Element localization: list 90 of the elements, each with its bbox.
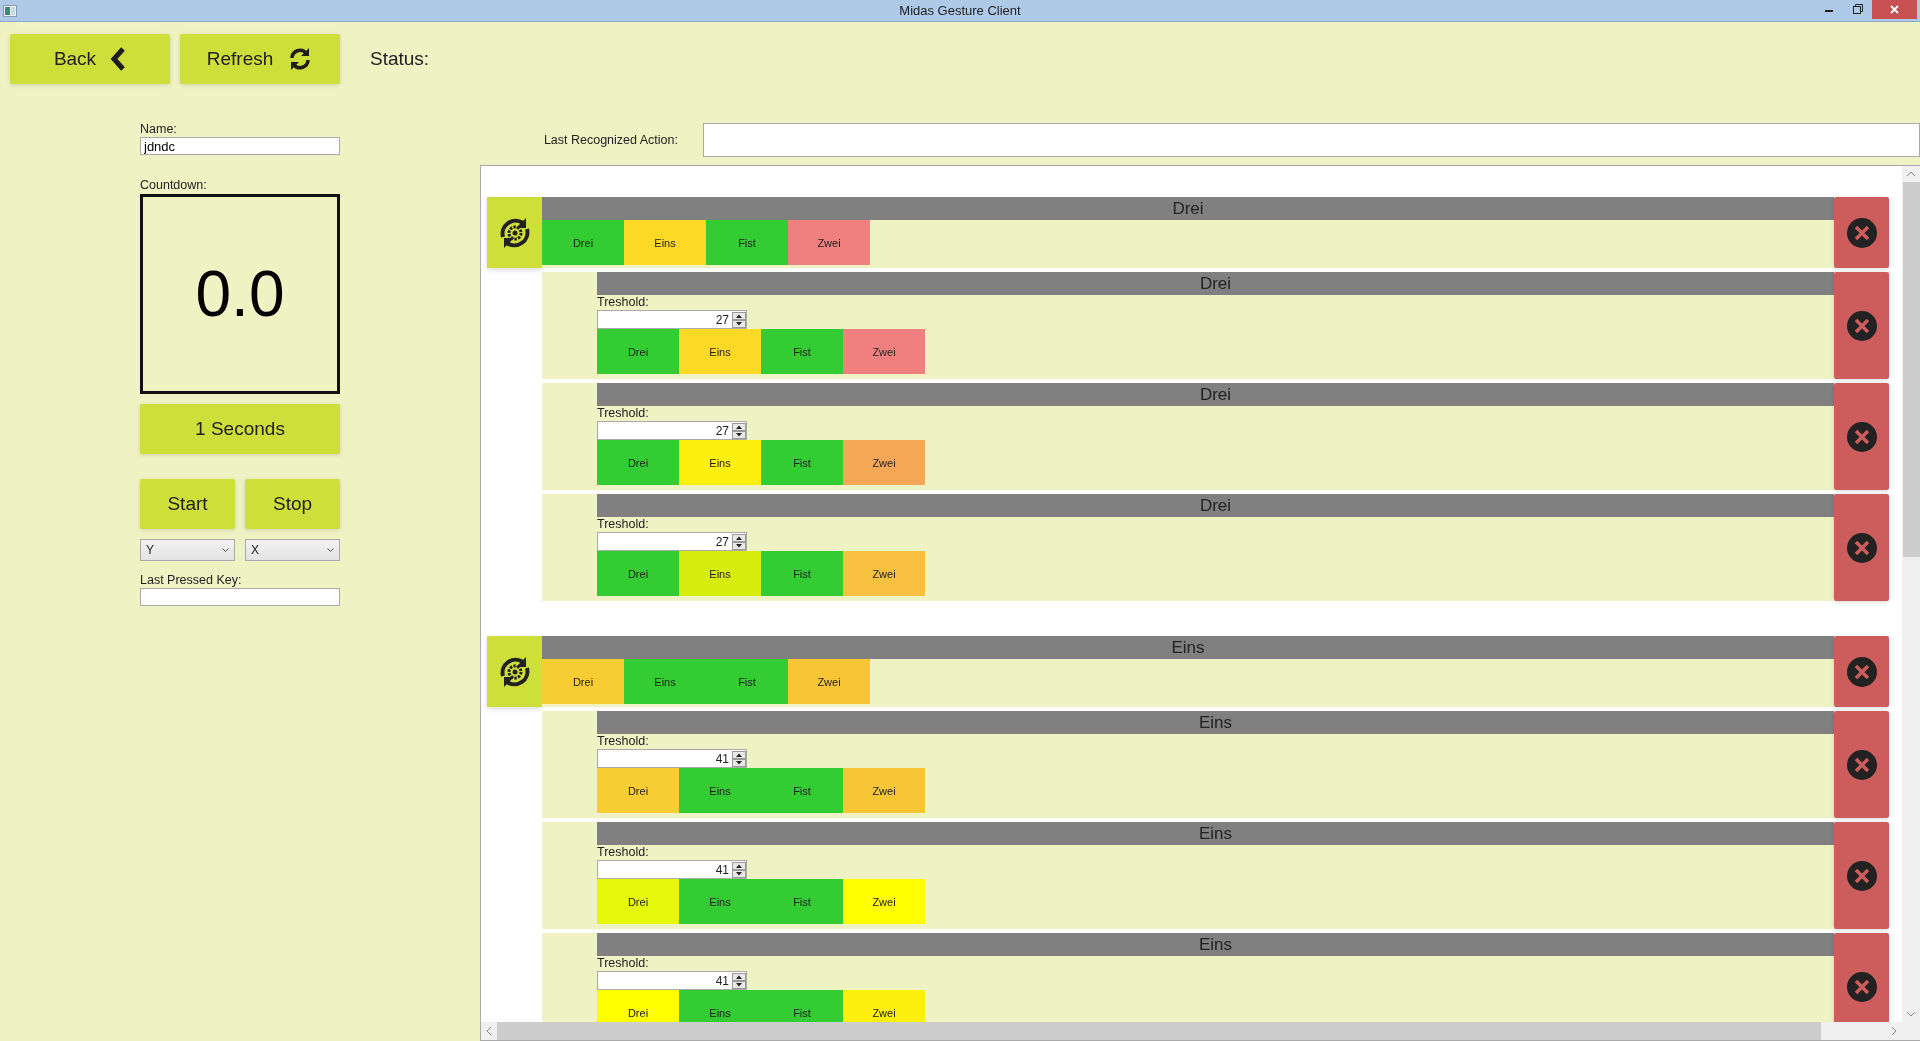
gesture-cell: Eins — [679, 768, 761, 813]
delete-button[interactable] — [1834, 383, 1889, 490]
gesture-cell: Eins — [679, 551, 761, 596]
refresh-button[interactable]: Refresh — [180, 33, 340, 84]
delete-button[interactable] — [1834, 636, 1889, 707]
gesture-cell: Drei — [597, 551, 679, 596]
threshold-label: Treshold: — [597, 734, 649, 749]
threshold-spinner[interactable]: 27 — [597, 310, 747, 329]
delete-button[interactable] — [1834, 711, 1889, 818]
gesture-cell: Fist — [761, 879, 843, 924]
name-label: Name: — [140, 122, 177, 137]
gesture-title: Drei — [1172, 198, 1204, 219]
gesture-cell: Eins — [679, 440, 761, 485]
dropdown[interactable]: X — [245, 539, 340, 561]
duration-button[interactable]: 1 Seconds — [140, 404, 340, 454]
gesture-cell: Drei — [542, 659, 624, 704]
back-button[interactable]: Back — [10, 33, 170, 84]
gesture-cell: Fist — [761, 329, 843, 374]
threshold-spinner[interactable]: 41 — [597, 749, 747, 768]
gesture-cell: Drei — [597, 879, 679, 924]
step-title: Eins — [1198, 934, 1233, 955]
threshold-spinner[interactable]: 27 — [597, 421, 747, 440]
gesture-cell: Fist — [706, 659, 788, 704]
delete-button[interactable] — [1834, 822, 1889, 929]
last-pressed-key-label: Last Pressed Key: — [140, 573, 242, 588]
gesture-cell: Eins — [624, 659, 706, 704]
gesture-cell: Fist — [761, 990, 843, 1022]
app-icon — [3, 4, 17, 17]
gesture-cell: Fist — [761, 440, 843, 485]
countdown-display: 0.0 — [140, 194, 340, 394]
gesture-cell: Drei — [597, 329, 679, 374]
gesture-title: Eins — [1171, 637, 1205, 658]
countdown-label: Countdown: — [140, 178, 207, 193]
gesture-cell: Zwei — [843, 440, 925, 485]
gesture-cell: Drei — [542, 220, 624, 265]
step-title: Drei — [1199, 384, 1232, 405]
gesture-cell: Drei — [597, 440, 679, 485]
close-icon[interactable] — [1872, 0, 1917, 19]
close-icon — [1845, 531, 1878, 564]
caret-icon — [327, 547, 334, 553]
name-field[interactable]: jdndc — [140, 137, 340, 155]
step-title: Eins — [1198, 712, 1233, 733]
close-icon — [1845, 748, 1878, 781]
gesture-cell: Zwei — [843, 329, 925, 374]
step-title: Drei — [1199, 495, 1232, 516]
threshold-label: Treshold: — [597, 406, 649, 421]
threshold-spinner[interactable]: 41 — [597, 971, 747, 990]
gesture-cell: Drei — [597, 990, 679, 1022]
threshold-label: Treshold: — [597, 845, 649, 860]
threshold-spinner[interactable]: 27 — [597, 532, 747, 551]
threshold-label: Treshold: — [597, 956, 649, 971]
close-icon — [1845, 859, 1878, 892]
gesture-cell: Fist — [706, 220, 788, 265]
delete-button[interactable] — [1834, 197, 1889, 268]
gesture-cell: Eins — [679, 879, 761, 924]
close-icon — [1845, 216, 1878, 249]
dropdown[interactable]: Y — [140, 539, 235, 561]
start-button[interactable]: Start — [140, 479, 235, 529]
gesture-cell: Zwei — [788, 659, 870, 704]
gesture-cell: Zwei — [788, 220, 870, 265]
chevron-left-icon — [110, 46, 127, 71]
gesture-cell: Zwei — [843, 990, 925, 1022]
threshold-label: Treshold: — [597, 517, 649, 532]
stop-button[interactable]: Stop — [245, 479, 340, 529]
delete-button[interactable] — [1834, 933, 1889, 1022]
gesture-cell: Zwei — [843, 551, 925, 596]
gesture-cell: Zwei — [843, 879, 925, 924]
delete-button[interactable] — [1834, 272, 1889, 379]
delete-button[interactable] — [1834, 494, 1889, 601]
close-icon — [1845, 309, 1878, 342]
threshold-label: Treshold: — [597, 295, 649, 310]
configure-button[interactable] — [487, 197, 542, 268]
gesture-cell: Drei — [597, 768, 679, 813]
step-title: Eins — [1198, 823, 1233, 844]
gesture-cell: Fist — [761, 768, 843, 813]
status-label: Status: — [370, 47, 430, 70]
close-icon — [1845, 420, 1878, 453]
configure-button[interactable] — [487, 636, 542, 707]
gesture-cell: Zwei — [843, 768, 925, 813]
gesture-cell: Eins — [679, 329, 761, 374]
threshold-spinner[interactable]: 41 — [597, 860, 747, 879]
last-recognized-action-label: Last Recognized Action: — [542, 132, 678, 148]
caret-icon — [222, 547, 229, 553]
window-title: Midas Gesture Client — [899, 3, 1021, 18]
gesture-cell: Eins — [624, 220, 706, 265]
gesture-cell: Eins — [679, 990, 761, 1022]
step-title: Drei — [1199, 273, 1232, 294]
gesture-cell: Fist — [761, 551, 843, 596]
close-icon — [1845, 655, 1878, 688]
close-icon — [1845, 970, 1878, 1003]
